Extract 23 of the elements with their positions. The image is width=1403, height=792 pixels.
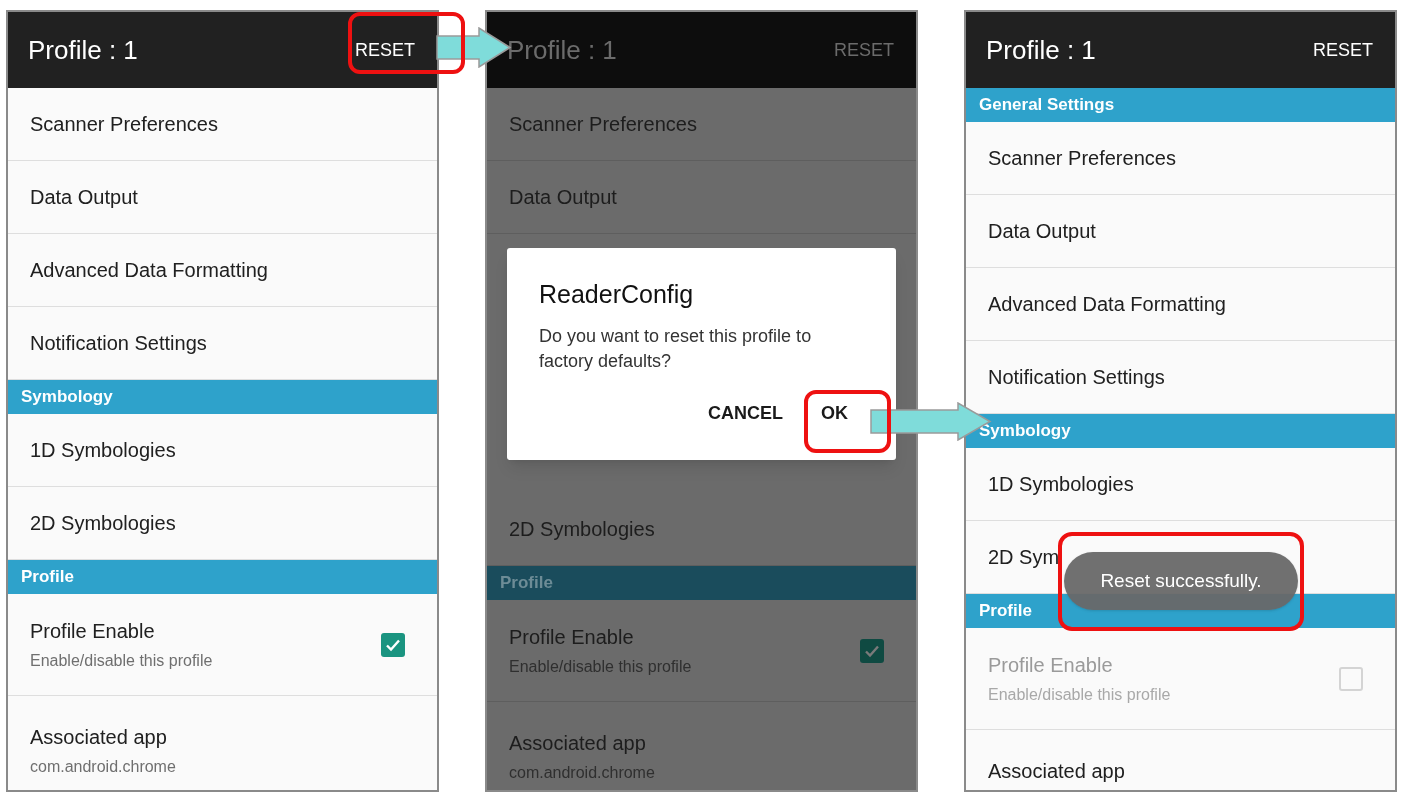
setting-title: Profile Enable bbox=[30, 619, 156, 644]
setting-summary: Enable/disable this profile bbox=[509, 657, 692, 677]
section-title: Symbology bbox=[21, 386, 113, 409]
setting-summary: com.android.chrome bbox=[509, 763, 656, 783]
setting-title: Associated app bbox=[509, 731, 647, 756]
app-title: Profile : 1 bbox=[986, 33, 1096, 67]
section-title: Profile bbox=[21, 566, 74, 589]
section-title: Profile bbox=[979, 600, 1032, 623]
app-title: Profile : 1 bbox=[507, 33, 617, 67]
setting-title: Associated app bbox=[30, 725, 168, 750]
setting-summary: Enable/disable this profile bbox=[30, 651, 213, 671]
app-title: Profile : 1 bbox=[28, 33, 138, 67]
setting-summary: com.android.chrome bbox=[30, 757, 177, 777]
status-toast: Reset successfully. bbox=[1064, 552, 1298, 610]
dialog-title: ReaderConfig bbox=[539, 279, 695, 310]
section-title: Symbology bbox=[979, 420, 1071, 443]
setting-title: Profile Enable bbox=[988, 653, 1114, 678]
setting-summary: Enable/disable this profile bbox=[988, 685, 1171, 705]
setting-title: Profile Enable bbox=[509, 625, 635, 650]
dialog-message: Do you want to reset this profile to factory defaults? bbox=[539, 324, 813, 373]
setting-title: Associated app bbox=[988, 759, 1126, 784]
section-title: Profile bbox=[500, 572, 553, 595]
section-title: General Settings bbox=[979, 94, 1115, 117]
